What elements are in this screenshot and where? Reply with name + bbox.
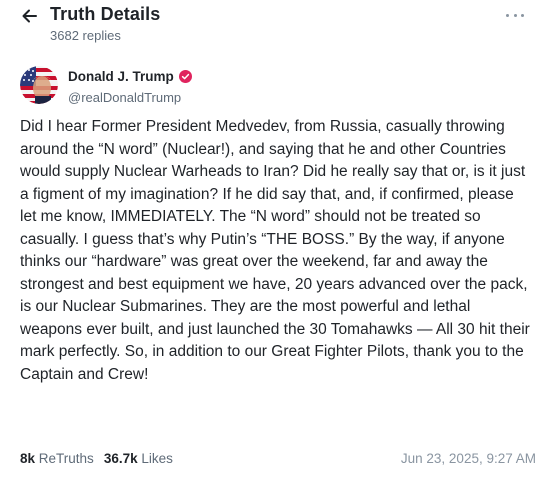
more-horizontal-icon — [506, 13, 509, 17]
likes-stat[interactable]: 36.7k Likes — [104, 451, 173, 466]
post-timestamp: Jun 23, 2025, 9:27 AM — [400, 451, 536, 466]
page-title: Truth Details — [50, 4, 161, 24]
verified-badge-icon — [178, 70, 192, 83]
likes-label: Likes — [141, 451, 173, 466]
author-handle[interactable]: @realDonaldTrump — [68, 90, 181, 105]
author-block: Donald J. Trump @realDonaldTrump — [20, 66, 528, 106]
avatar-image — [20, 66, 58, 104]
post-body: Did I hear Former President Medvedev, fr… — [20, 118, 530, 383]
author-name[interactable]: Donald J. Trump — [68, 69, 174, 84]
likes-count: 36.7k — [103, 451, 138, 466]
arrow-left-icon — [22, 9, 37, 23]
retruths-count: 8k — [20, 451, 36, 466]
page-header: Truth Details 3682 replies — [0, 0, 548, 50]
avatar[interactable] — [20, 66, 58, 104]
retruths-stat[interactable]: 8k ReTruths — [20, 451, 94, 466]
post-stats: 8k ReTruths 36.7k Likes — [20, 451, 173, 466]
retruths-label: ReTruths — [38, 451, 94, 466]
more-options-button[interactable] — [506, 8, 524, 22]
reply-count: 3682 replies — [50, 28, 121, 43]
back-button[interactable] — [20, 6, 40, 26]
author-name-row: Donald J. Trump — [68, 69, 192, 84]
